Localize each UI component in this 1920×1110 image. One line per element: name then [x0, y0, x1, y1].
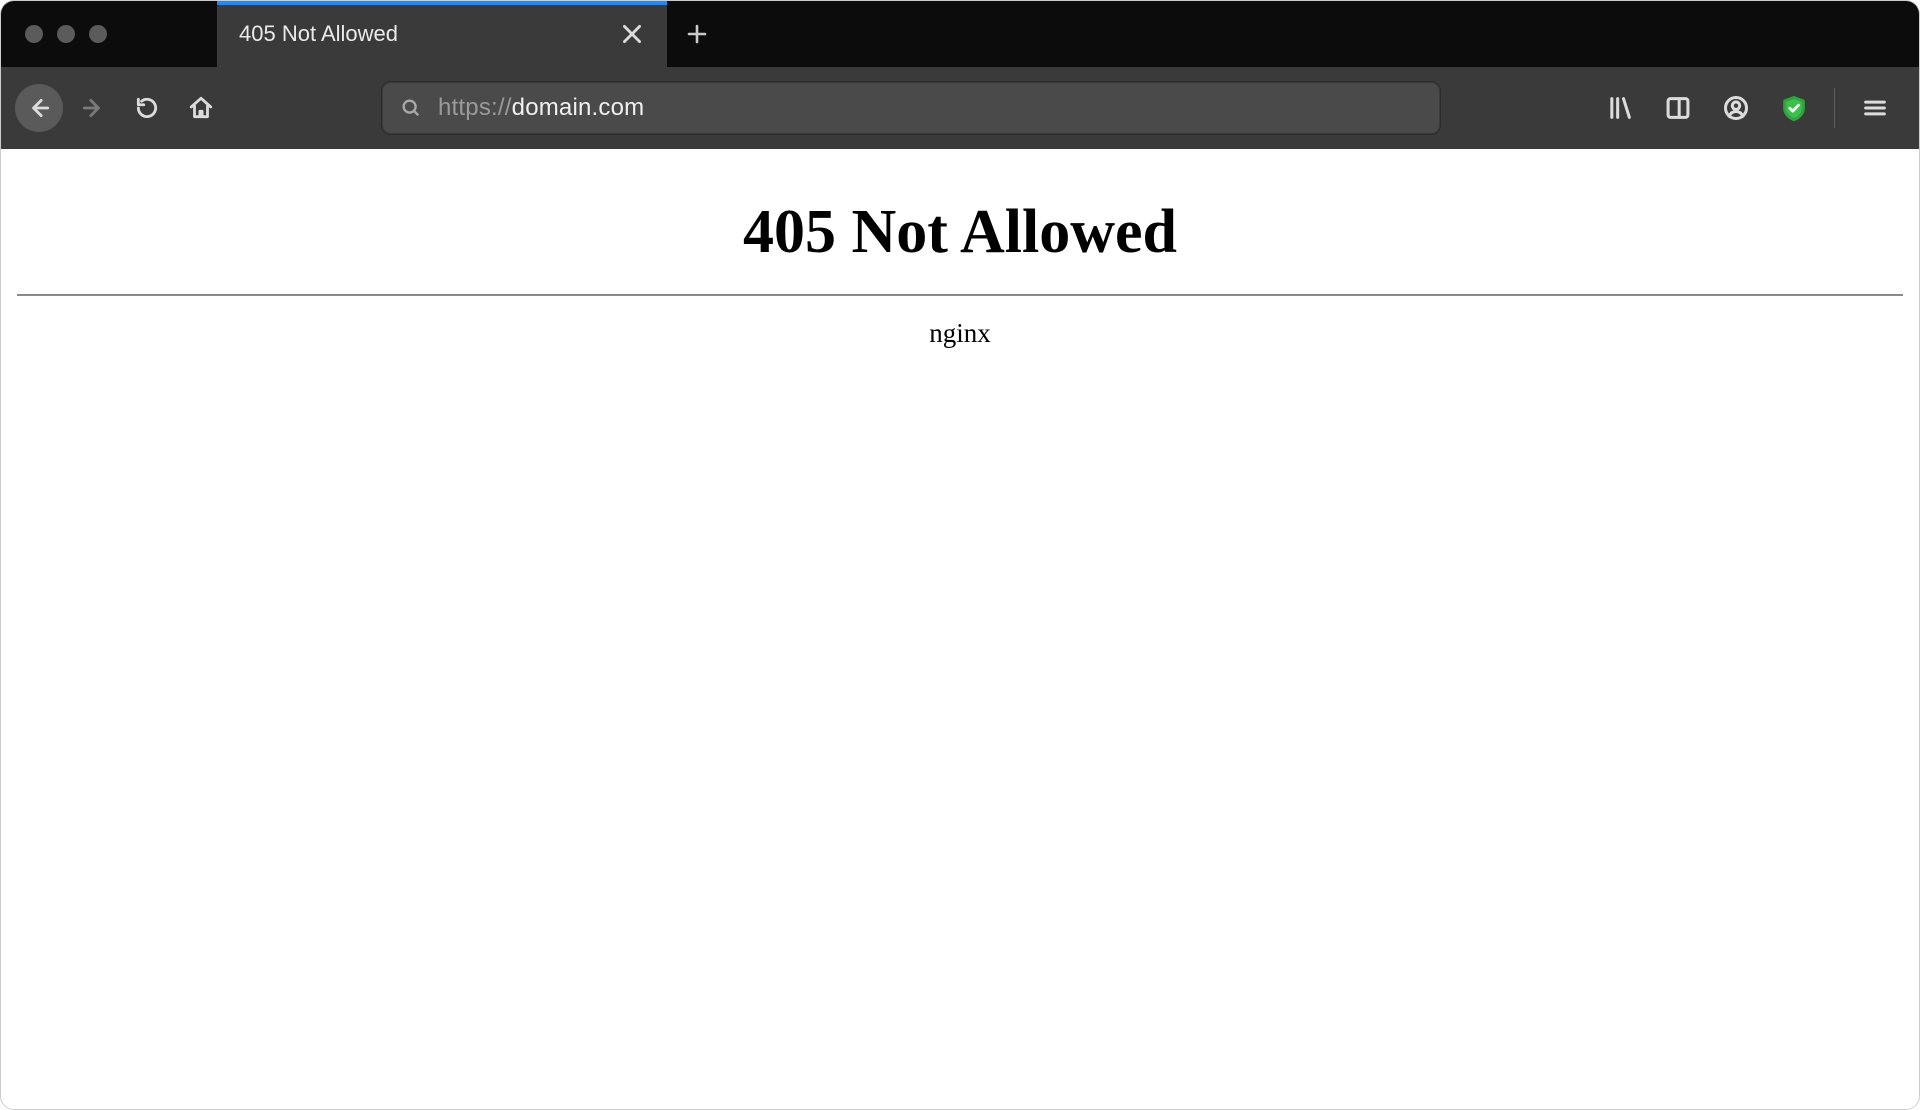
- reload-button[interactable]: [123, 84, 171, 132]
- browser-window: 405 Not Allowed: [0, 0, 1920, 1110]
- tab-active-indicator: [217, 1, 667, 5]
- browser-tab[interactable]: 405 Not Allowed: [217, 1, 667, 67]
- reload-icon: [134, 95, 160, 121]
- arrow-left-icon: [26, 95, 52, 121]
- back-button[interactable]: [15, 84, 63, 132]
- url-bar-container: https://domain.com: [381, 81, 1441, 135]
- toolbar-separator: [1834, 88, 1835, 128]
- account-icon: [1722, 94, 1750, 122]
- protection-button[interactable]: [1770, 84, 1818, 132]
- arrow-right-icon: [80, 95, 106, 121]
- library-button[interactable]: [1596, 84, 1644, 132]
- window-close-button[interactable]: [25, 25, 43, 43]
- new-tab-button[interactable]: [667, 1, 727, 67]
- forward-button[interactable]: [69, 84, 117, 132]
- page-viewport: 405 Not Allowed nginx: [1, 149, 1919, 1109]
- sidebar-icon: [1664, 94, 1692, 122]
- window-maximize-button[interactable]: [89, 25, 107, 43]
- url-domain: domain.com: [512, 94, 645, 122]
- reader-view-button[interactable]: [1654, 84, 1702, 132]
- home-button[interactable]: [177, 84, 225, 132]
- tab-title: 405 Not Allowed: [239, 21, 619, 47]
- library-icon: [1606, 94, 1634, 122]
- error-heading: 405 Not Allowed: [17, 197, 1903, 268]
- plus-icon: [685, 22, 709, 46]
- toolbar-right: [1596, 84, 1905, 132]
- navigation-toolbar: https://domain.com: [1, 67, 1919, 149]
- tab-close-button[interactable]: [619, 21, 645, 47]
- server-name: nginx: [17, 318, 1903, 349]
- hamburger-icon: [1861, 94, 1889, 122]
- url-text: https://domain.com: [438, 94, 644, 122]
- account-button[interactable]: [1712, 84, 1760, 132]
- divider: [17, 294, 1903, 296]
- search-icon: [400, 97, 422, 119]
- menu-button[interactable]: [1851, 84, 1899, 132]
- url-protocol: https://: [438, 94, 512, 122]
- shield-check-icon: [1780, 94, 1808, 122]
- close-icon: [619, 21, 645, 47]
- home-icon: [188, 95, 214, 121]
- url-bar[interactable]: https://domain.com: [381, 81, 1441, 135]
- window-minimize-button[interactable]: [57, 25, 75, 43]
- error-page: 405 Not Allowed nginx: [1, 149, 1919, 369]
- title-bar: 405 Not Allowed: [1, 1, 1919, 67]
- tab-strip: 405 Not Allowed: [217, 1, 727, 67]
- window-controls: [1, 25, 107, 43]
